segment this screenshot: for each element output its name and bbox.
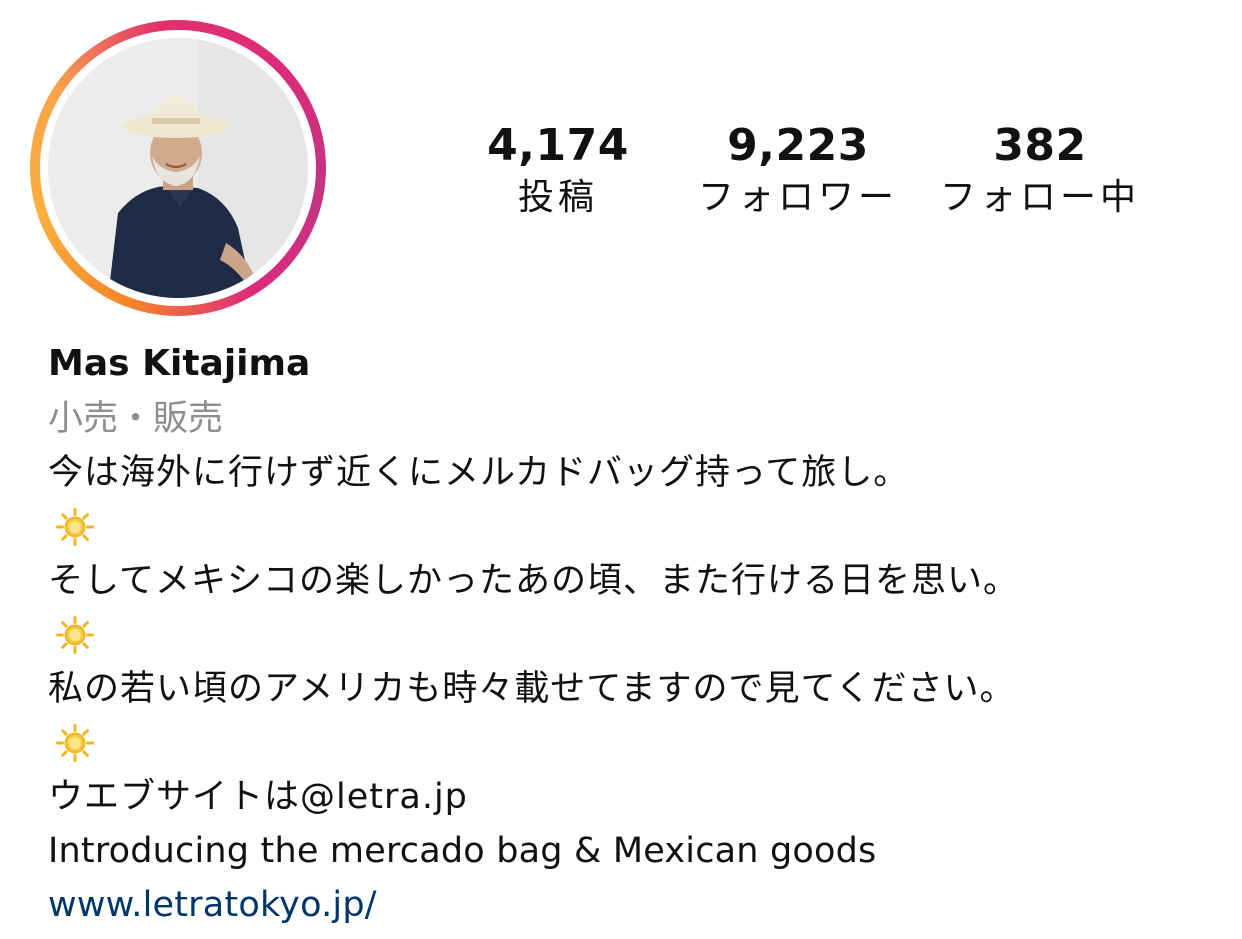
website-link[interactable]: www.letratokyo.jp/ <box>48 878 1218 932</box>
posts-count: 4,174 <box>487 120 629 171</box>
bio-line-2: そしてメキシコの楽しかったあの頃、また行ける日を思い。 <box>48 561 1019 601</box>
following-stat[interactable]: 382 フォロー中 <box>925 118 1155 222</box>
following-count: 382 <box>993 120 1087 171</box>
profile-bio: Mas Kitajima 小売・販売 今は海外に行けず近くにメルカドバッグ持って… <box>48 336 1218 932</box>
story-ring-avatar[interactable] <box>30 20 326 316</box>
bio-sun-line-3 <box>48 716 1218 770</box>
sun-icon <box>56 724 94 762</box>
bio-line-4: ウエブサイトは@letra.jp <box>48 777 468 817</box>
bio-sun-line-2 <box>48 608 1218 662</box>
bio-line-3: 私の若い頃のアメリカも時々載せてますので見てください。 <box>48 669 1016 709</box>
followers-stat[interactable]: 9,223 フォロワー <box>683 118 913 222</box>
following-label: フォロー中 <box>939 177 1140 218</box>
followers-label: フォロワー <box>697 177 898 218</box>
avatar <box>48 38 308 298</box>
sun-icon <box>56 508 94 546</box>
sun-icon <box>56 616 94 654</box>
profile-name: Mas Kitajima <box>48 343 311 384</box>
avatar-ring-gap <box>40 30 316 306</box>
posts-stat[interactable]: 4,174 投稿 <box>443 118 673 222</box>
followers-count: 9,223 <box>727 120 869 171</box>
profile-header: 4,174 投稿 9,223 フォロワー 382 フォロー中 <box>0 0 1242 330</box>
bio-line-5: Introducing the mercado bag & Mexican go… <box>48 831 877 871</box>
bio-line-1: 今は海外に行けず近くにメルカドバッグ持って旅し。 <box>48 453 910 493</box>
posts-label: 投稿 <box>517 177 598 218</box>
profile-category: 小売・販売 <box>48 399 224 439</box>
bio-sun-line-1 <box>48 500 1218 554</box>
avatar-photo-illustration <box>48 38 308 298</box>
